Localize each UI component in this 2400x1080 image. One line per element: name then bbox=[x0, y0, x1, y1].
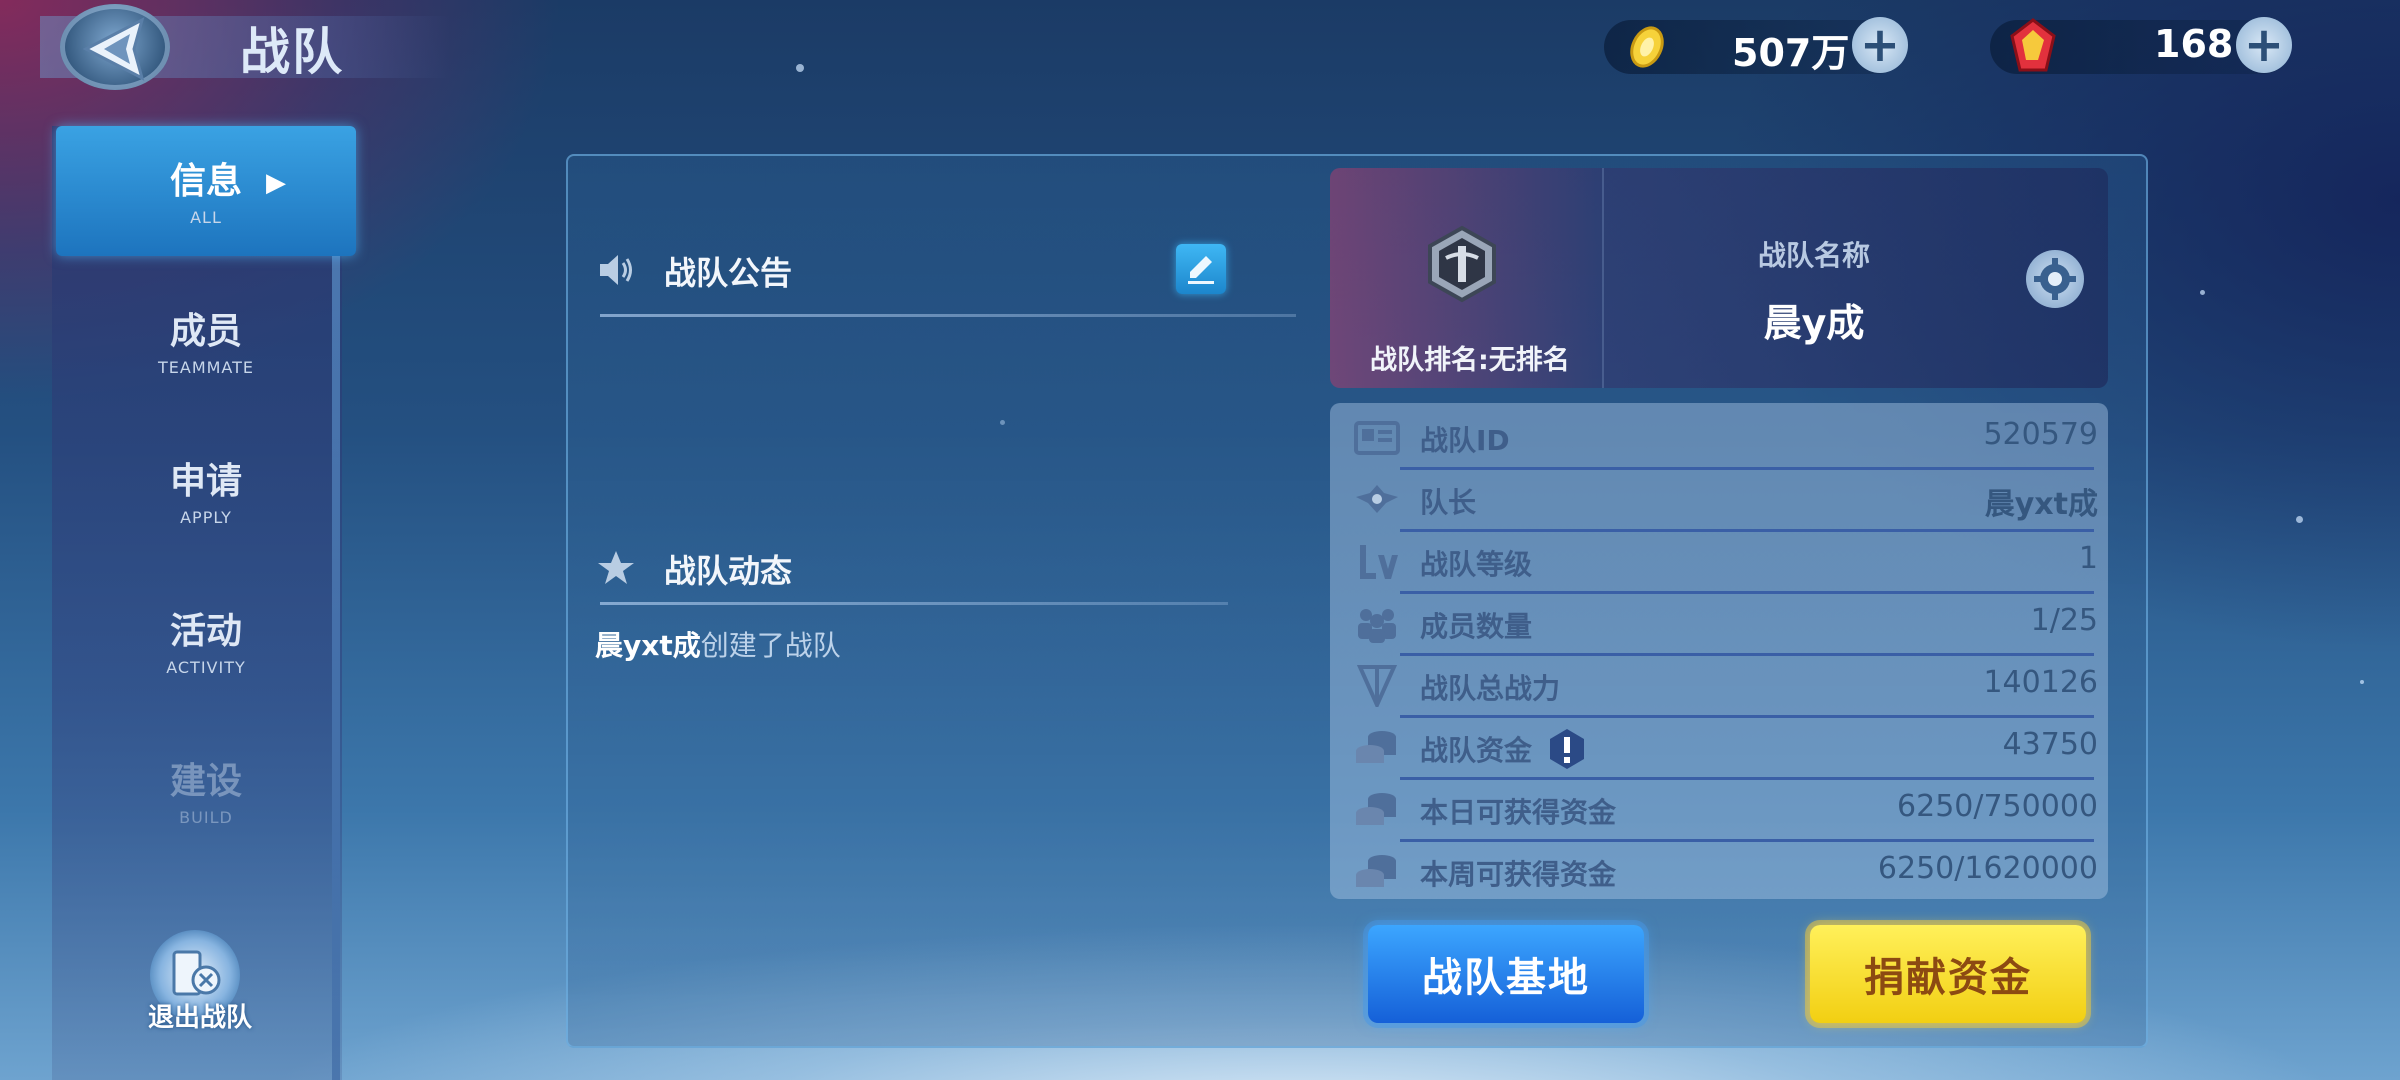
stat-row-weekly-funds: 本周可获得资金 6250/1620000 bbox=[1330, 841, 2108, 903]
stat-label: 战队ID bbox=[1420, 424, 1510, 457]
stat-value: 43750 bbox=[2002, 727, 2098, 762]
tab-info[interactable]: 信息 ALL ▶ bbox=[56, 126, 356, 256]
team-rank-label: 战队排名 bbox=[1370, 345, 1478, 376]
tab-sublabel: APPLY bbox=[180, 508, 232, 527]
exit-team-label[interactable]: 退出战队 bbox=[100, 997, 300, 1034]
star-decoration bbox=[796, 64, 804, 72]
team-name: 晨y成 bbox=[1763, 301, 1865, 345]
star-decoration bbox=[2200, 290, 2205, 295]
team-base-button[interactable]: 战队基地 bbox=[1368, 925, 1644, 1023]
level-lv-icon bbox=[1360, 545, 1398, 579]
stat-row-daily-funds: 本日可获得资金 6250/750000 bbox=[1330, 779, 2108, 842]
activity-title: 战队动态 bbox=[664, 552, 793, 590]
tab-activity[interactable]: 活动 ACTIVITY bbox=[56, 576, 356, 706]
stat-row-members: 成员数量 1/25 bbox=[1330, 593, 2108, 656]
section-divider bbox=[600, 602, 1228, 605]
stat-value: 520579 bbox=[1983, 417, 2098, 452]
stat-label: 成员数量 bbox=[1420, 610, 1533, 643]
tab-apply[interactable]: 申请 APPLY bbox=[56, 426, 356, 556]
red-gem-icon bbox=[2010, 18, 2056, 72]
activity-actor: 晨yxt成 bbox=[595, 629, 701, 662]
team-emblem-icon bbox=[1428, 225, 1496, 303]
gem-amount: 168 bbox=[2154, 22, 2234, 66]
coins-stack-icon bbox=[1356, 855, 1396, 887]
stat-value: 6250/750000 bbox=[1897, 789, 2098, 824]
stat-value: 1/25 bbox=[2030, 603, 2098, 638]
tab-label: 申请 bbox=[169, 461, 242, 502]
stat-row-power: 战队总战力 140126 bbox=[1330, 655, 2108, 718]
team-rank-value: 无排名 bbox=[1488, 345, 1570, 376]
add-gold-button[interactable]: + bbox=[1852, 17, 1908, 73]
team-name-label: 战队名称 bbox=[1757, 239, 1870, 272]
star-decoration bbox=[2360, 680, 2364, 684]
tab-label: 建设 bbox=[169, 761, 242, 802]
edit-announcement-button[interactable] bbox=[1176, 244, 1226, 294]
team-settings-button[interactable] bbox=[2026, 250, 2084, 308]
stat-value: 晨yxt成 bbox=[1984, 487, 2098, 522]
stat-value: 140126 bbox=[1983, 665, 2098, 700]
tab-build[interactable]: 建设 BUILD bbox=[56, 726, 356, 856]
caret-right-icon: ▶ bbox=[266, 168, 286, 198]
tab-sublabel: ACTIVITY bbox=[166, 658, 246, 677]
add-gem-button[interactable]: + bbox=[2236, 17, 2292, 73]
activity-action: 创建了战队 bbox=[700, 629, 841, 662]
plus-icon: + bbox=[1859, 17, 1901, 73]
stat-label: 战队资金 bbox=[1420, 734, 1533, 767]
stat-label: 战队总战力 bbox=[1420, 672, 1561, 705]
members-icon bbox=[1358, 609, 1396, 643]
gold-coin-icon bbox=[1630, 26, 1664, 68]
team-stats-table: 战队ID 520579 队长 晨yxt成 战队等级 1 成员数量 1/25 战队… bbox=[1330, 403, 2108, 899]
page-title: 战队 bbox=[240, 23, 344, 81]
tab-sublabel: TEAMMATE bbox=[157, 358, 255, 377]
tab-label: 信息 bbox=[169, 161, 242, 202]
info-alert-icon[interactable] bbox=[1548, 727, 1586, 771]
coins-stack-icon bbox=[1356, 793, 1396, 825]
stat-label: 本周可获得资金 bbox=[1420, 858, 1617, 891]
stat-row-funds: 战队资金 43750 bbox=[1330, 717, 2108, 780]
section-divider bbox=[600, 314, 1296, 317]
stat-row-captain: 队长 晨yxt成 bbox=[1330, 469, 2108, 532]
coins-stack-icon bbox=[1356, 731, 1396, 763]
captain-wings-icon bbox=[1356, 485, 1398, 513]
star-icon bbox=[598, 551, 634, 584]
tab-label: 活动 bbox=[169, 611, 242, 652]
plus-icon: + bbox=[2243, 17, 2285, 73]
stat-value: 1 bbox=[2078, 541, 2098, 576]
announcement-title: 战队公告 bbox=[664, 254, 793, 292]
pencil-icon bbox=[1188, 256, 1214, 284]
back-button[interactable] bbox=[60, 4, 170, 90]
stat-row-team-id: 战队ID 520579 bbox=[1330, 407, 2108, 470]
star-decoration bbox=[2296, 516, 2303, 523]
tab-sublabel: ALL bbox=[190, 208, 222, 227]
id-card-icon bbox=[1354, 421, 1400, 455]
stat-label: 本日可获得资金 bbox=[1420, 796, 1617, 829]
donate-funds-button[interactable]: 捐献资金 bbox=[1810, 925, 2086, 1023]
back-arrow-icon bbox=[82, 17, 145, 81]
tab-sublabel: BUILD bbox=[179, 808, 233, 827]
card-divider bbox=[1602, 168, 1604, 388]
team-rank-separator: : bbox=[1478, 345, 1489, 376]
stat-value: 6250/1620000 bbox=[1877, 851, 2098, 886]
stat-row-level: 战队等级 1 bbox=[1330, 531, 2108, 594]
tab-members[interactable]: 成员 TEAMMATE bbox=[56, 276, 356, 406]
team-rank: 战队排名:无排名 bbox=[1370, 338, 1570, 377]
gold-amount: 507万 bbox=[1732, 31, 1850, 75]
stat-label: 战队等级 bbox=[1420, 548, 1533, 581]
gear-icon bbox=[2034, 258, 2076, 300]
stat-label: 队长 bbox=[1420, 486, 1477, 519]
activity-entry: 晨yxt成创建了战队 bbox=[595, 624, 841, 664]
tab-label: 成员 bbox=[169, 311, 242, 352]
power-sword-icon bbox=[1356, 665, 1398, 707]
speaker-icon bbox=[600, 255, 632, 285]
